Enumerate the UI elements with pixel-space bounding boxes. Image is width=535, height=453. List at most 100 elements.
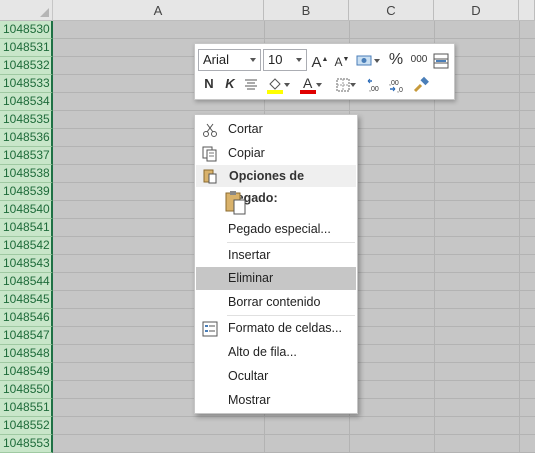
borders-icon	[336, 78, 350, 92]
menu-item-format-cells[interactable]: Formato de celdas...	[196, 317, 356, 340]
increase-font-size-button[interactable]: A▲	[311, 49, 329, 71]
font-name-combobox[interactable]: Arial	[198, 49, 261, 71]
menu-item-label: Ocultar	[228, 369, 269, 383]
menu-item-row-height[interactable]: Alto de fila...	[196, 341, 356, 364]
menu-item-paste-special[interactable]: Pegado especial...	[196, 218, 356, 241]
row-header[interactable]: 1048548	[0, 345, 53, 363]
row-header[interactable]: 1048534	[0, 93, 53, 111]
row-header[interactable]: 1048536	[0, 129, 53, 147]
column-header-b[interactable]: B	[264, 0, 349, 21]
row-header[interactable]: 1048549	[0, 363, 53, 381]
fill-color-swatch	[267, 89, 283, 94]
menu-item-label: Borrar contenido	[228, 295, 321, 309]
decrease-font-size-button[interactable]: A▼	[333, 49, 351, 71]
font-color-swatch	[300, 89, 316, 94]
italic-button[interactable]: K	[221, 73, 239, 95]
menu-item-label: Mostrar	[228, 393, 271, 407]
column-header-a[interactable]: A	[53, 0, 264, 21]
menu-item-hide[interactable]: Ocultar	[196, 365, 356, 388]
row-header[interactable]: 1048532	[0, 57, 53, 75]
thousands-separator-button[interactable]: 000	[408, 49, 430, 71]
row-header[interactable]: 1048539	[0, 183, 53, 201]
accounting-format-icon	[356, 55, 372, 66]
paste-icon	[225, 191, 246, 215]
decrease-decimal-button[interactable]: ,00 ,0	[387, 73, 407, 95]
fill-color-button[interactable]	[263, 73, 293, 95]
font-color-button[interactable]: A	[296, 73, 326, 95]
mini-toolbar: Arial 10 A▲ A▼ % 000 N K A ,00 ,00 ,0	[194, 43, 455, 100]
increase-decimal-button[interactable]: ,00	[365, 73, 385, 95]
menu-item-clear-contents[interactable]: Borrar contenido	[196, 291, 356, 314]
column-header-e-partial[interactable]	[519, 0, 535, 21]
column-header-d[interactable]: D	[434, 0, 519, 21]
row-header[interactable]: 1048535	[0, 111, 53, 129]
accounting-format-button[interactable]	[353, 49, 383, 71]
increase-font-icon: A	[311, 54, 322, 71]
row-header[interactable]: 1048544	[0, 273, 53, 291]
increase-decimal-icon: ,00	[367, 78, 379, 93]
menu-item-cut[interactable]: Cortar	[196, 118, 356, 141]
scissors-icon	[202, 122, 218, 138]
font-size-combobox[interactable]: 10	[263, 49, 307, 71]
row-header[interactable]: 1048537	[0, 147, 53, 165]
clipboard-icon	[202, 168, 218, 184]
percent-style-button[interactable]: %	[387, 49, 405, 71]
row-header[interactable]: 1048542	[0, 237, 53, 255]
format-painter-button[interactable]	[411, 73, 431, 95]
column-header-c[interactable]: C	[349, 0, 434, 21]
menu-separator	[227, 315, 355, 316]
menu-item-unhide[interactable]: Mostrar	[196, 389, 356, 412]
menu-item-label: Insertar	[228, 248, 271, 262]
row-header[interactable]: 1048550	[0, 381, 53, 399]
menu-item-delete[interactable]: Eliminar	[196, 267, 356, 290]
context-menu: Cortar Copiar Opciones de pegado: Pegado…	[194, 114, 358, 414]
decrease-font-icon: A	[334, 55, 343, 69]
menu-item-label: Cortar	[228, 122, 263, 136]
menu-item-label: Formato de celdas...	[228, 321, 342, 335]
chevron-down-icon	[316, 82, 322, 87]
svg-text:,0: ,0	[397, 87, 403, 93]
row-header[interactable]: 1048541	[0, 219, 53, 237]
row-header[interactable]: 1048530	[0, 21, 53, 39]
chevron-down-icon	[374, 58, 380, 63]
menu-item-label: Eliminar	[228, 271, 274, 285]
row-header[interactable]: 1048538	[0, 165, 53, 183]
row-header[interactable]: 1048546	[0, 309, 53, 327]
format-cells-icon	[202, 321, 218, 337]
align-center-icon	[245, 79, 257, 90]
italic-icon: K	[225, 76, 235, 91]
bold-button[interactable]: N	[200, 73, 218, 95]
row-header[interactable]: 1048540	[0, 201, 53, 219]
copy-icon	[202, 146, 218, 162]
font-name-value: Arial	[203, 52, 230, 67]
menu-separator	[227, 242, 355, 243]
paint-bucket-icon	[267, 77, 283, 94]
row-header[interactable]: 1048553	[0, 435, 53, 453]
svg-text:,00: ,00	[389, 80, 399, 87]
percent-icon: %	[388, 51, 404, 68]
row-header[interactable]: 1048547	[0, 327, 53, 345]
bold-icon: N	[204, 76, 214, 91]
menu-item-label: Alto de fila...	[228, 345, 297, 359]
menu-item-insert[interactable]: Insertar	[196, 244, 356, 267]
chevron-down-icon	[296, 58, 302, 62]
menu-item-copy[interactable]: Copiar	[196, 142, 356, 165]
svg-text:,00: ,00	[369, 86, 379, 93]
select-all-corner[interactable]	[0, 0, 53, 21]
table-format-icon	[433, 53, 449, 69]
row-header[interactable]: 1048531	[0, 39, 53, 57]
paste-button[interactable]	[223, 190, 249, 216]
font-size-value: 10	[268, 52, 283, 67]
paste-options-header: Opciones de pegado:	[196, 165, 356, 205]
thousands-separator-icon: 000	[410, 54, 428, 65]
row-header[interactable]: 1048552	[0, 417, 53, 435]
row-header[interactable]: 1048543	[0, 255, 53, 273]
align-center-button[interactable]	[242, 73, 260, 95]
chevron-down-icon	[250, 58, 256, 62]
row-header[interactable]: 1048533	[0, 75, 53, 93]
format-table-button[interactable]	[432, 49, 450, 71]
row-header[interactable]: 1048551	[0, 399, 53, 417]
chevron-down-icon	[350, 82, 356, 87]
borders-button[interactable]	[331, 73, 361, 95]
row-header[interactable]: 1048545	[0, 291, 53, 309]
